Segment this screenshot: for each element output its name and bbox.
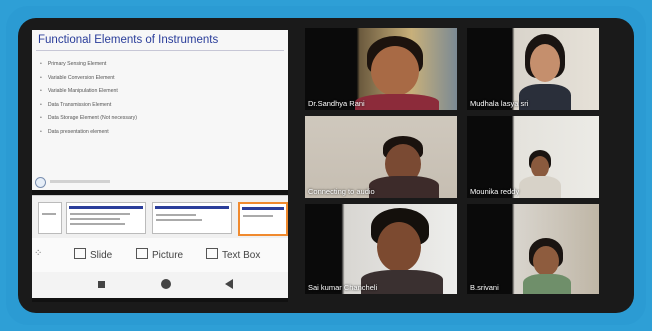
slide-bullet: Data Transmission Element: [40, 99, 137, 113]
slide-bullet: Variable Conversion Element: [40, 72, 137, 86]
participant-video-tile[interactable]: B.srivani: [467, 204, 599, 294]
android-nav-bar: [32, 272, 288, 298]
add-slide-button[interactable]: Slide: [74, 248, 112, 261]
participant-status: Connecting to audio: [308, 187, 375, 196]
speaker-notes-placeholder[interactable]: [50, 180, 110, 183]
slide-label: Slide: [90, 250, 113, 261]
participant-video-tile[interactable]: Dr.Sandhya Rani: [305, 28, 457, 110]
slide-preview[interactable]: Functional Elements of Instruments Prima…: [32, 30, 288, 190]
participant-clothes: [369, 176, 439, 198]
slide-thumbnail-selected[interactable]: [238, 202, 288, 236]
participant-name: Sai kumar Chancheli: [308, 283, 378, 292]
back-icon[interactable]: [225, 279, 233, 289]
comment-icon[interactable]: [35, 177, 46, 188]
title-divider: [36, 50, 284, 51]
participant-face: [533, 246, 559, 276]
participant-clothes: [523, 274, 571, 294]
participant-video-tile[interactable]: Sai kumar Chancheli: [305, 204, 457, 294]
participant-name: Dr.Sandhya Rani: [308, 99, 365, 108]
recents-icon[interactable]: [98, 281, 105, 288]
participant-name: B.srivani: [470, 283, 499, 292]
screenshot-panel: Functional Elements of Instruments Prima…: [18, 18, 634, 313]
participant-video-tile[interactable]: Connecting to audio: [305, 116, 457, 198]
textbox-label: Text Box: [222, 250, 261, 261]
presentation-app: Functional Elements of Instruments Prima…: [32, 30, 288, 302]
participant-face: [371, 46, 419, 96]
slide-thumbnail-strip: [32, 195, 288, 238]
slide-bullet: Data presentation element: [40, 126, 137, 140]
slide-bullet-list: Primary Sensing Element Variable Convers…: [40, 58, 137, 139]
slide-bullet: Variable Manipulation Element: [40, 85, 137, 99]
slide-thumbnail[interactable]: [66, 202, 146, 234]
participant-clothes: [519, 176, 561, 198]
participant-face: [377, 222, 421, 272]
home-icon[interactable]: [161, 279, 171, 289]
participant-face: [531, 156, 549, 178]
participant-clothes: [355, 94, 439, 110]
participant-video-tile[interactable]: Mudhala lasya sri: [467, 28, 599, 110]
grid-icon[interactable]: ⁘: [34, 248, 42, 259]
insert-picture-button[interactable]: Picture: [136, 248, 183, 261]
insert-toolbar: ⁘ Slide Picture Text Box: [32, 238, 288, 272]
participant-name: Mounika reddy: [470, 187, 520, 196]
participant-face: [530, 44, 560, 82]
slide-bullet: Primary Sensing Element: [40, 58, 137, 72]
picture-label: Picture: [152, 250, 184, 261]
slide-bullet: Data Storage Element (Not necessary): [40, 112, 137, 126]
slide-thumbnail[interactable]: [152, 202, 232, 234]
insert-textbox-button[interactable]: Text Box: [206, 248, 260, 261]
slide-thumbnail[interactable]: [38, 202, 62, 234]
slide-title: Functional Elements of Instruments: [38, 34, 219, 46]
participant-video-tile[interactable]: Mounika reddy: [467, 116, 599, 198]
participant-name: Mudhala lasya sri: [470, 99, 529, 108]
